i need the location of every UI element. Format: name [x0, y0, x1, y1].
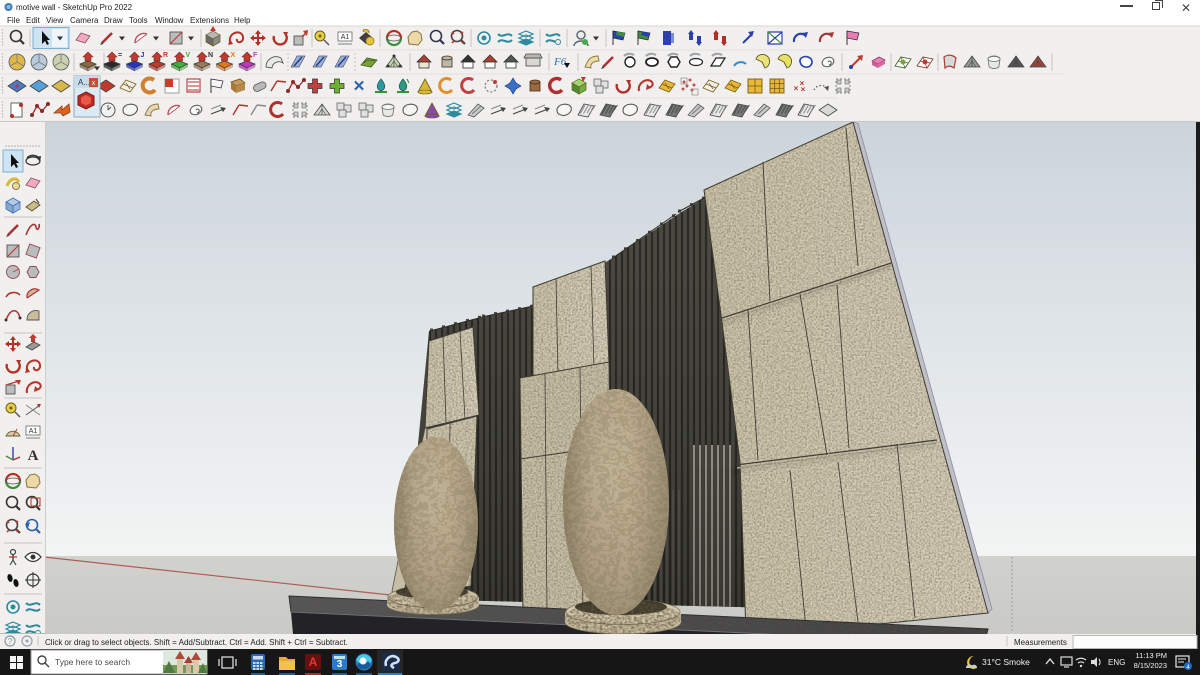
svg-text:=: =	[118, 52, 122, 59]
svg-text:?: ?	[8, 637, 13, 646]
svg-text:3: 3	[337, 659, 343, 670]
svg-text:A...: A...	[78, 78, 90, 87]
svg-text:✶: ✶	[14, 82, 21, 91]
svg-text:A: A	[309, 655, 318, 669]
svg-text:A1: A1	[29, 428, 38, 435]
svg-text:N: N	[208, 52, 213, 59]
svg-text:F: F	[253, 52, 258, 59]
svg-text:✕: ✕	[353, 78, 366, 95]
svg-text:R: R	[163, 52, 168, 59]
svg-text:F6: F6	[553, 56, 567, 68]
svg-text:A1: A1	[341, 34, 350, 41]
svg-text:×: ×	[794, 84, 799, 93]
svg-text:V: V	[186, 52, 191, 59]
svg-text:4: 4	[1186, 664, 1190, 671]
svg-text:J: J	[141, 52, 145, 59]
svg-text:×: ×	[801, 85, 806, 94]
svg-text:x: x	[92, 80, 96, 87]
svg-text:X: X	[231, 52, 236, 59]
svg-text:A: A	[28, 448, 39, 464]
